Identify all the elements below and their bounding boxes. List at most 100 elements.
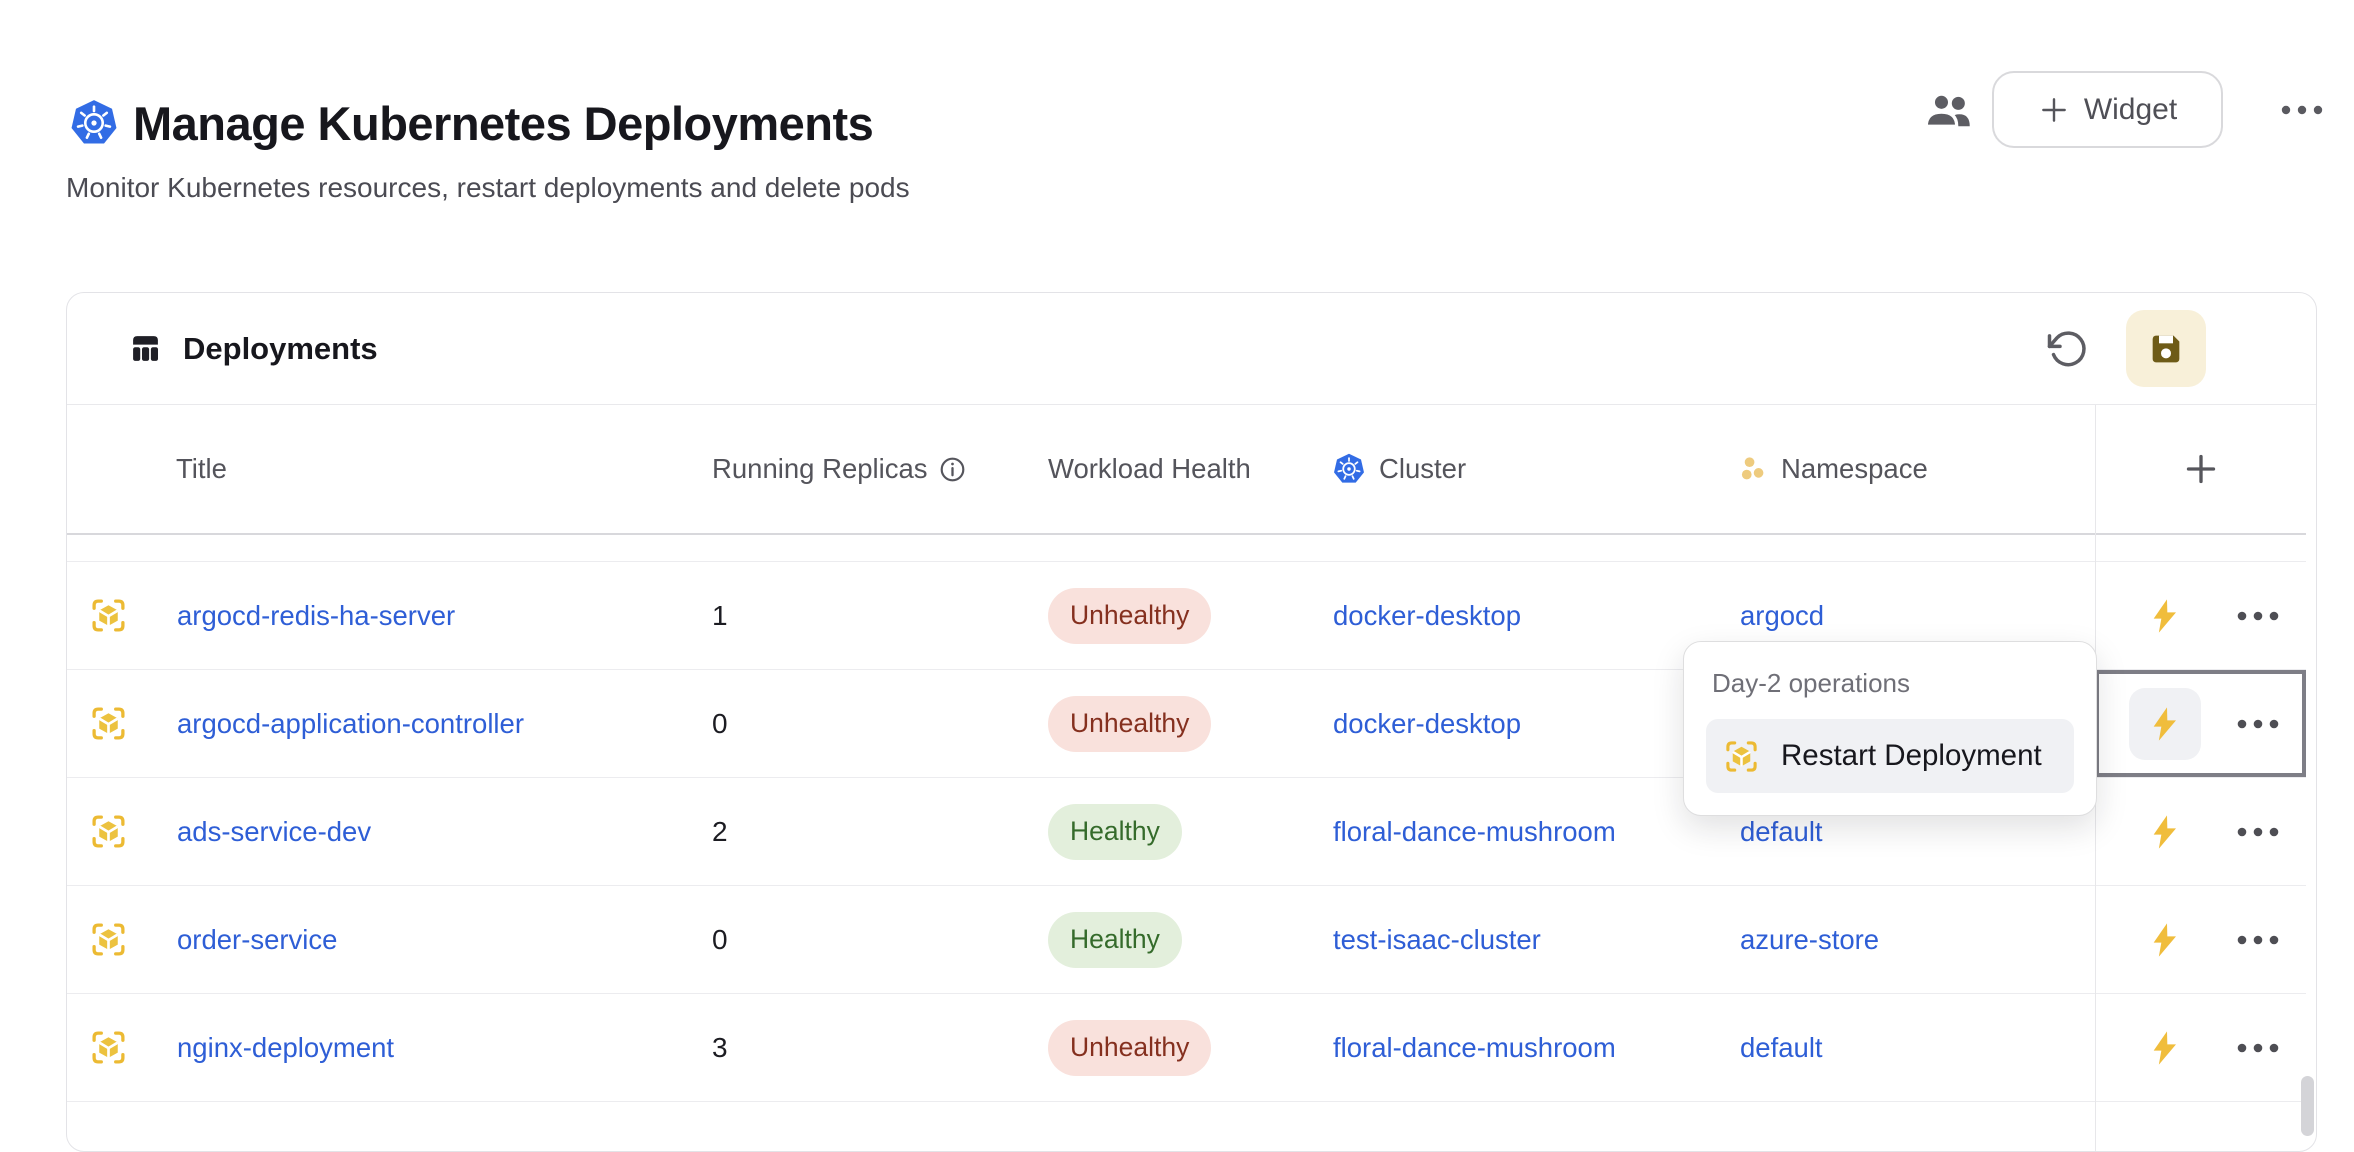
page-more-menu[interactable]: [2281, 96, 2329, 124]
add-column-icon: [2181, 449, 2221, 489]
namespace-link[interactable]: argocd: [1740, 600, 1824, 632]
namespace-dots-icon: [1740, 456, 1767, 483]
deployment-icon: [90, 705, 127, 742]
ellipsis-icon: [2237, 719, 2279, 729]
health-badge: Unhealthy: [1048, 1020, 1211, 1076]
table-row: order-service 0 Healthy test-isaac-clust…: [67, 886, 2306, 994]
plus-icon: [2038, 94, 2070, 126]
kubernetes-icon: [1333, 453, 1365, 485]
column-header-cluster[interactable]: Cluster: [1333, 453, 1740, 485]
row-health-cell: Unhealthy: [1048, 670, 1333, 777]
row-cluster-cell: docker-desktop: [1333, 670, 1740, 777]
context-menu-items: Restart Deployment: [1706, 719, 2074, 793]
row-more-menu[interactable]: [2237, 1043, 2279, 1053]
ellipsis-icon: [2237, 827, 2279, 837]
deployment-title-link[interactable]: nginx-deployment: [177, 1032, 394, 1064]
table-icon: [130, 333, 161, 364]
row-title-cell: argocd-redis-ha-server: [67, 562, 712, 669]
lightning-icon: [2145, 918, 2185, 962]
row-health-cell: Unhealthy: [1048, 994, 1333, 1101]
cluster-link[interactable]: docker-desktop: [1333, 600, 1521, 632]
ellipsis-icon: [2237, 1043, 2279, 1053]
add-widget-label: Widget: [2084, 93, 2177, 127]
row-actions-cell: [2095, 994, 2306, 1101]
namespace-link[interactable]: default: [1740, 816, 1823, 848]
health-badge: Healthy: [1048, 912, 1182, 968]
row-replicas-cell: 1: [712, 562, 1048, 669]
deployment-title-link[interactable]: argocd-application-controller: [177, 708, 524, 740]
row-cluster-cell: floral-dance-mushroom: [1333, 778, 1740, 885]
lightning-button[interactable]: [2129, 796, 2201, 868]
info-icon[interactable]: [939, 456, 966, 483]
row-actions-cell: [2095, 670, 2306, 777]
column-header-replicas[interactable]: Running Replicas: [712, 453, 1048, 485]
deployment-title-link[interactable]: argocd-redis-ha-server: [177, 600, 455, 632]
row-more-menu[interactable]: [2237, 935, 2279, 945]
row-cluster-cell: floral-dance-mushroom: [1333, 994, 1740, 1101]
column-header-namespace[interactable]: Namespace: [1740, 453, 2095, 485]
row-health-cell: Healthy: [1048, 886, 1333, 993]
ellipsis-icon: [2237, 935, 2279, 945]
row-title-cell: nginx-deployment: [67, 994, 712, 1101]
lightning-button[interactable]: [2129, 688, 2201, 760]
vertical-scrollbar[interactable]: [2301, 1076, 2314, 1136]
namespace-link[interactable]: default: [1740, 1032, 1823, 1064]
row-more-menu[interactable]: [2237, 611, 2279, 621]
health-badge: Unhealthy: [1048, 588, 1211, 644]
row-cluster-cell: test-isaac-cluster: [1333, 886, 1740, 993]
cluster-link[interactable]: floral-dance-mushroom: [1333, 816, 1616, 848]
row-replicas-cell: 0: [712, 886, 1048, 993]
deployment-icon: [90, 921, 127, 958]
cluster-link[interactable]: docker-desktop: [1333, 708, 1521, 740]
cluster-link[interactable]: floral-dance-mushroom: [1333, 1032, 1616, 1064]
row-title-cell: argocd-application-controller: [67, 670, 712, 777]
deployment-icon: [90, 1029, 127, 1066]
lightning-icon: [2145, 594, 2185, 638]
row-namespace-cell: default: [1740, 994, 2095, 1101]
column-header-health[interactable]: Workload Health: [1048, 453, 1333, 485]
page-subtitle: Monitor Kubernetes resources, restart de…: [66, 172, 910, 204]
people-icon[interactable]: [1923, 86, 1973, 136]
row-more-menu[interactable]: [2237, 827, 2279, 837]
lightning-icon: [2145, 1026, 2185, 1070]
page-title: Manage Kubernetes Deployments: [133, 96, 873, 151]
row-namespace-cell: azure-store: [1740, 886, 2095, 993]
row-cluster-cell: docker-desktop: [1333, 562, 1740, 669]
table-row: nginx-deployment 3 Unhealthy floral-danc…: [67, 994, 2306, 1102]
menu-group-label: Day-2 operations: [1712, 668, 2074, 699]
deployment-title-link[interactable]: order-service: [177, 924, 337, 956]
namespace-link[interactable]: azure-store: [1740, 924, 1879, 956]
row-title-cell: ads-service-dev: [67, 778, 712, 885]
cluster-link[interactable]: test-isaac-cluster: [1333, 924, 1541, 956]
row-more-menu[interactable]: [2237, 719, 2279, 729]
widget-header: Deployments: [67, 293, 2316, 405]
row-actions-cell: [2095, 562, 2306, 669]
lightning-button[interactable]: [2129, 1012, 2201, 1084]
widget-title: Deployments: [183, 331, 378, 367]
partial-row: [67, 535, 2306, 562]
row-replicas-cell: 3: [712, 994, 1048, 1101]
day2-operations-menu: Day-2 operations Restart Deployment: [1683, 641, 2097, 816]
lightning-button[interactable]: [2129, 904, 2201, 976]
ellipsis-icon: [2237, 611, 2279, 621]
menu-item-restart-deployment[interactable]: Restart Deployment: [1706, 719, 2074, 793]
row-health-cell: Healthy: [1048, 778, 1333, 885]
lightning-icon: [2145, 810, 2185, 854]
rotate-ccw-icon[interactable]: [2046, 328, 2088, 370]
column-header-title[interactable]: Title: [67, 453, 712, 485]
lightning-button[interactable]: [2129, 580, 2201, 652]
row-actions-cell: [2095, 778, 2306, 885]
deployment-icon: [1724, 739, 1759, 774]
ellipsis-icon: [2281, 105, 2323, 115]
save-button[interactable]: [2126, 310, 2206, 387]
deployment-title-link[interactable]: ads-service-dev: [177, 816, 371, 848]
table-header-row: Title Running Replicas Workload Health C…: [67, 405, 2306, 535]
add-column-button[interactable]: [2095, 449, 2306, 489]
row-health-cell: Unhealthy: [1048, 562, 1333, 669]
deployment-icon: [90, 597, 127, 634]
add-widget-button[interactable]: Widget: [1992, 71, 2223, 148]
row-actions-cell: [2095, 886, 2306, 993]
row-replicas-cell: 2: [712, 778, 1048, 885]
kubernetes-logo-icon: [70, 99, 118, 147]
health-badge: Healthy: [1048, 804, 1182, 860]
